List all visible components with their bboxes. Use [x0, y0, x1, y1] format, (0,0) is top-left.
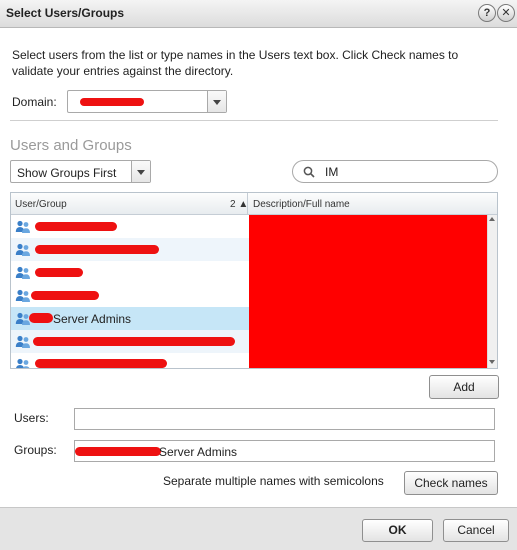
hint-text: Separate multiple names with semicolons — [163, 474, 384, 488]
group-icon — [15, 266, 30, 279]
search-box[interactable]: IM — [292, 160, 498, 183]
instructions-text: Select users from the list or type names… — [12, 48, 459, 78]
users-input[interactable] — [74, 408, 495, 430]
sort-indicator[interactable]: 2 ▲ — [230, 199, 248, 210]
domain-dropdown-button[interactable] — [207, 91, 226, 112]
users-label: Users: — [14, 411, 49, 425]
filter-dropdown-button[interactable] — [131, 161, 150, 182]
table-row[interactable] — [11, 330, 249, 353]
scroll-down-icon[interactable] — [489, 360, 495, 364]
close-icon[interactable]: ✕ — [497, 4, 515, 22]
table-row[interactable] — [11, 261, 249, 284]
column-divider — [247, 193, 248, 215]
table-scrollbar[interactable] — [487, 215, 497, 368]
group-icon — [15, 220, 30, 233]
ok-button[interactable]: OK — [362, 519, 433, 542]
search-icon — [303, 166, 315, 178]
redacted-name — [29, 313, 53, 323]
redacted-name — [31, 291, 99, 300]
redacted-name — [35, 222, 117, 231]
redacted-name — [35, 245, 159, 254]
group-icon — [15, 243, 30, 256]
filter-selected-value: Show Groups First — [17, 166, 117, 180]
redacted-name — [35, 268, 83, 277]
table-row[interactable] — [11, 353, 249, 368]
dialog-title: Select Users/Groups — [6, 6, 125, 20]
redacted-name — [35, 359, 167, 368]
domain-label: Domain: — [12, 95, 57, 109]
scroll-up-icon[interactable] — [489, 217, 495, 221]
groups-input[interactable]: Server Admins — [74, 440, 495, 462]
group-icon — [15, 335, 30, 348]
table-header: User/Group 2 ▲ Description/Full name — [11, 193, 497, 215]
table-row-selected[interactable]: Server Admins — [11, 307, 249, 330]
groups-label: Groups: — [14, 443, 57, 457]
divider — [10, 120, 498, 121]
redacted-group-prefix — [75, 447, 161, 456]
search-input[interactable]: IM — [325, 165, 338, 179]
table-row[interactable] — [11, 284, 249, 307]
filter-select[interactable]: Show Groups First — [10, 160, 151, 183]
chevron-down-icon — [137, 170, 145, 175]
add-button[interactable]: Add — [429, 375, 499, 399]
redacted-domain — [80, 98, 144, 106]
group-icon — [15, 289, 30, 302]
section-title: Users and Groups — [10, 137, 132, 154]
groups-input-value: Server Admins — [159, 445, 238, 459]
column-header-user-group[interactable]: User/Group — [15, 199, 67, 210]
chevron-down-icon — [213, 100, 221, 105]
title-bar: Select Users/Groups ? ✕ — [0, 0, 517, 28]
redacted-name — [33, 337, 235, 346]
cancel-button[interactable]: Cancel — [443, 519, 509, 542]
check-names-button[interactable]: Check names — [404, 471, 498, 495]
table-row[interactable] — [11, 215, 249, 238]
help-icon[interactable]: ? — [478, 4, 496, 22]
group-icon — [16, 358, 30, 368]
redacted-descriptions — [249, 215, 489, 368]
users-groups-table: User/Group 2 ▲ Description/Full name Ser… — [10, 192, 498, 369]
table-row[interactable] — [11, 238, 249, 261]
row-name: Server Admins — [53, 312, 132, 326]
dialog-footer: OK Cancel — [0, 507, 517, 550]
domain-select[interactable] — [67, 90, 227, 113]
column-header-description[interactable]: Description/Full name — [253, 199, 350, 210]
